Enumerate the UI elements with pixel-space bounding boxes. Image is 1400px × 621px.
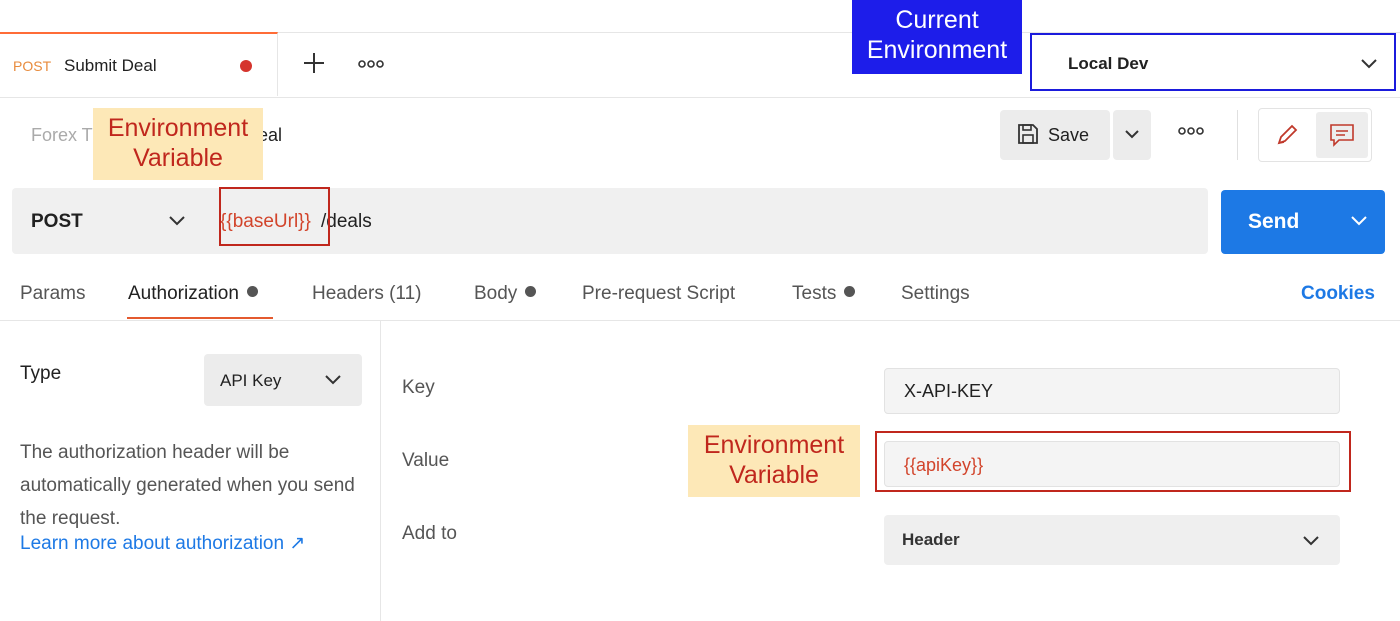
unsaved-indicator-icon	[240, 60, 252, 72]
key-input-value: X-API-KEY	[904, 381, 994, 401]
tab-tests[interactable]: Tests	[792, 283, 856, 305]
cookies-link[interactable]: Cookies	[1301, 283, 1375, 305]
environment-variable-annotation: Environment Variable	[688, 425, 860, 497]
modified-dot-icon	[246, 286, 258, 297]
tab-settings[interactable]: Settings	[901, 283, 970, 305]
tab-params[interactable]: Params	[20, 283, 85, 305]
tab-more-button[interactable]	[358, 54, 384, 75]
modified-dot-icon	[844, 286, 856, 297]
new-tab-button[interactable]	[300, 49, 328, 77]
chevron-down-icon[interactable]	[1350, 213, 1368, 231]
add-to-label: Add to	[402, 523, 457, 544]
learn-more-link[interactable]: Learn more about authorization ↗	[20, 532, 305, 555]
url-bar	[12, 188, 1208, 254]
chevron-down-icon	[1302, 533, 1320, 551]
panel-divider	[380, 321, 381, 621]
active-tab-indicator	[127, 317, 273, 319]
request-more-button[interactable]	[1178, 124, 1204, 142]
environment-select-value: Local Dev	[1068, 54, 1149, 73]
more-horizontal-icon	[1178, 127, 1204, 135]
tab-title[interactable]: Submit Deal	[64, 56, 157, 76]
comments-button[interactable]	[1316, 112, 1368, 158]
tab-authorization[interactable]: Authorization	[128, 283, 258, 305]
key-label: Key	[402, 377, 435, 398]
tab-tests-label: Tests	[792, 283, 837, 304]
tab-body[interactable]: Body	[474, 283, 537, 305]
chevron-down-icon	[1360, 56, 1378, 74]
environment-variable-annotation: Environment Variable	[93, 108, 263, 180]
tab-body-label: Body	[474, 283, 518, 304]
breadcrumb-collection[interactable]: Forex T	[31, 125, 93, 146]
url-variable-highlight	[219, 187, 330, 246]
tab-authorization-label: Authorization	[128, 283, 239, 304]
tab-headers[interactable]: Headers (11)	[312, 283, 421, 305]
value-label: Value	[402, 450, 450, 471]
save-options-button[interactable]	[1113, 110, 1151, 160]
save-button-label: Save	[1048, 125, 1090, 145]
tab-pre-request-script[interactable]: Pre-request Script	[582, 283, 735, 305]
chevron-down-icon	[324, 372, 342, 390]
section-divider	[0, 320, 1400, 321]
toolbar-divider	[1237, 110, 1238, 160]
modified-dot-icon	[525, 286, 537, 297]
pencil-icon	[1277, 124, 1298, 145]
auth-type-label: Type	[20, 363, 62, 384]
edit-button[interactable]	[1262, 112, 1312, 158]
comment-icon	[1330, 124, 1354, 147]
more-horizontal-icon	[358, 60, 384, 68]
tab-method-label: POST	[13, 58, 52, 74]
method-select[interactable]: POST	[31, 211, 83, 233]
auth-type-value: API Key	[220, 371, 282, 390]
add-to-value: Header	[902, 530, 960, 549]
plus-icon	[304, 53, 324, 73]
send-button-label: Send	[1248, 210, 1300, 233]
value-variable-highlight	[875, 431, 1351, 492]
auth-description: The authorization header will be automat…	[20, 442, 355, 529]
chevron-down-icon	[168, 213, 186, 231]
current-environment-annotation: Current Environment	[852, 0, 1022, 74]
save-icon	[1016, 122, 1040, 151]
chevron-down-icon	[1125, 130, 1139, 139]
